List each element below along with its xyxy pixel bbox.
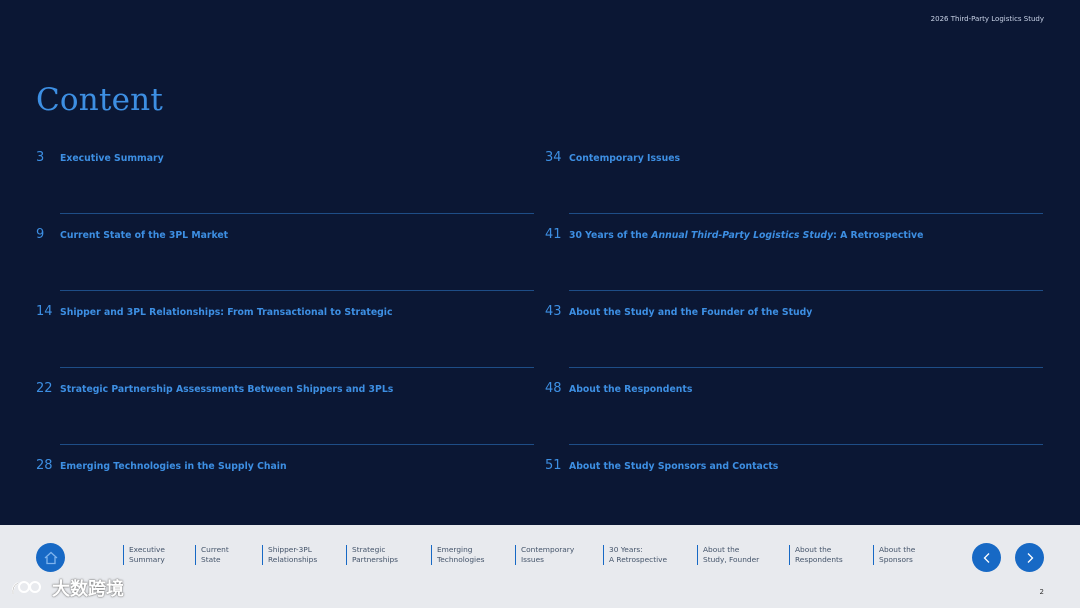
nav-label-line: About the <box>879 545 916 554</box>
nav-label-line: About the <box>795 545 832 554</box>
nav-contemporary-issues[interactable]: Contemporary Issues <box>515 545 574 565</box>
toc-item[interactable]: 43 About the Study and the Founder of th… <box>545 299 1043 376</box>
toc-item[interactable]: 22 Strategic Partnership Assessments Bet… <box>36 376 534 453</box>
nav-label-line: Study, Founder <box>703 555 760 564</box>
nav-label-line: Executive <box>129 545 165 554</box>
nav-label-line: Contemporary <box>521 545 575 554</box>
toc-left-column: 3 Executive Summary 9 Current State of t… <box>36 145 534 530</box>
watermark: 大数跨境 <box>10 575 124 601</box>
toc-title[interactable]: About the Respondents <box>569 384 692 395</box>
toc-page-number: 9 <box>36 227 45 242</box>
nav-label-line: Partnerships <box>352 555 398 564</box>
previous-page-button[interactable] <box>972 543 1001 572</box>
nav-current-state[interactable]: Current State <box>195 545 229 565</box>
toc-title[interactable]: Shipper and 3PL Relationships: From Tran… <box>60 307 392 318</box>
divider <box>569 290 1043 291</box>
nav-label-line: Respondents <box>795 555 843 564</box>
page-number: 2 <box>1039 588 1044 596</box>
toc-page-number: 48 <box>545 381 562 396</box>
footer-nav-bar: Executive Summary Current State Shipper-… <box>0 525 1080 608</box>
nav-about-study-founder[interactable]: About the Study, Founder <box>697 545 759 565</box>
toc-title[interactable]: Strategic Partnership Assessments Betwee… <box>60 384 393 395</box>
home-button[interactable] <box>36 543 65 572</box>
nav-label-line: Issues <box>521 555 544 564</box>
home-icon <box>44 551 57 564</box>
nav-label-line: Technologies <box>437 555 485 564</box>
divider <box>60 367 534 368</box>
nav-shipper-3pl-relationships[interactable]: Shipper-3PL Relationships <box>262 545 317 565</box>
divider <box>60 290 534 291</box>
toc-item[interactable]: 41 30 Years of the Annual Third-Party Lo… <box>545 222 1043 299</box>
toc-page-number: 28 <box>36 458 53 473</box>
toc-page-number: 43 <box>545 304 562 319</box>
divider <box>569 367 1043 368</box>
page-title: Content <box>36 82 163 118</box>
toc-item[interactable]: 48 About the Respondents <box>545 376 1043 453</box>
nav-label-line: State <box>201 555 221 564</box>
toc-title-italic: Annual Third-Party Logistics Study <box>651 230 834 241</box>
toc-title[interactable]: Emerging Technologies in the Supply Chai… <box>60 461 287 472</box>
nav-executive-summary[interactable]: Executive Summary <box>123 545 165 565</box>
nav-label-line: Strategic <box>352 545 386 554</box>
divider <box>569 444 1043 445</box>
toc-item[interactable]: 51 About the Study Sponsors and Contacts <box>545 453 1043 530</box>
divider <box>569 213 1043 214</box>
toc-title[interactable]: About the Study Sponsors and Contacts <box>569 461 778 472</box>
toc-title-part: : A Retrospective <box>833 230 924 241</box>
nav-label-line: A Retrospective <box>609 555 668 564</box>
toc-page-number: 3 <box>36 150 45 165</box>
watermark-text: 大数跨境 <box>52 579 124 600</box>
nav-label-line: About the <box>703 545 740 554</box>
nav-strategic-partnerships[interactable]: Strategic Partnerships <box>346 545 398 565</box>
toc-item[interactable]: 3 Executive Summary <box>36 145 534 222</box>
chevron-right-icon <box>1027 552 1033 563</box>
next-page-button[interactable] <box>1015 543 1044 572</box>
toc-item[interactable]: 9 Current State of the 3PL Market <box>36 222 534 299</box>
nav-label-line: Summary <box>129 555 165 564</box>
toc-page-number: 34 <box>545 150 562 165</box>
toc-title[interactable]: Current State of the 3PL Market <box>60 230 228 241</box>
toc-item[interactable]: 34 Contemporary Issues <box>545 145 1043 222</box>
toc-right-column: 34 Contemporary Issues 41 30 Years of th… <box>545 145 1043 530</box>
toc-title[interactable]: Contemporary Issues <box>569 153 680 164</box>
nav-emerging-technologies[interactable]: Emerging Technologies <box>431 545 484 565</box>
divider <box>60 213 534 214</box>
toc-title[interactable]: About the Study and the Founder of the S… <box>569 307 812 318</box>
toc-title[interactable]: Executive Summary <box>60 153 164 164</box>
toc-title-part: 30 Years of the <box>569 230 652 241</box>
toc-page-number: 51 <box>545 458 562 473</box>
nav-label-line: 30 Years: <box>609 545 643 554</box>
nav-label-line: Current <box>201 545 229 554</box>
nav-label-line: Emerging <box>437 545 473 554</box>
toc-page-number: 22 <box>36 381 53 396</box>
watermark-logo-icon <box>11 581 41 595</box>
nav-label-line: Shipper-3PL <box>268 545 312 554</box>
toc-title[interactable]: 30 Years of the Annual Third-Party Logis… <box>569 230 923 241</box>
study-label: 2026 Third-Party Logistics Study <box>930 15 1044 23</box>
divider <box>60 444 534 445</box>
nav-about-respondents[interactable]: About the Respondents <box>789 545 843 565</box>
nav-retrospective[interactable]: 30 Years: A Retrospective <box>603 545 667 565</box>
toc-page-number: 41 <box>545 227 562 242</box>
toc-page-number: 14 <box>36 304 53 319</box>
chevron-left-icon <box>983 552 989 563</box>
nav-label-line: Sponsors <box>879 555 913 564</box>
nav-label-line: Relationships <box>268 555 318 564</box>
toc-item[interactable]: 28 Emerging Technologies in the Supply C… <box>36 453 534 530</box>
nav-about-sponsors[interactable]: About the Sponsors <box>873 545 915 565</box>
toc-item[interactable]: 14 Shipper and 3PL Relationships: From T… <box>36 299 534 376</box>
